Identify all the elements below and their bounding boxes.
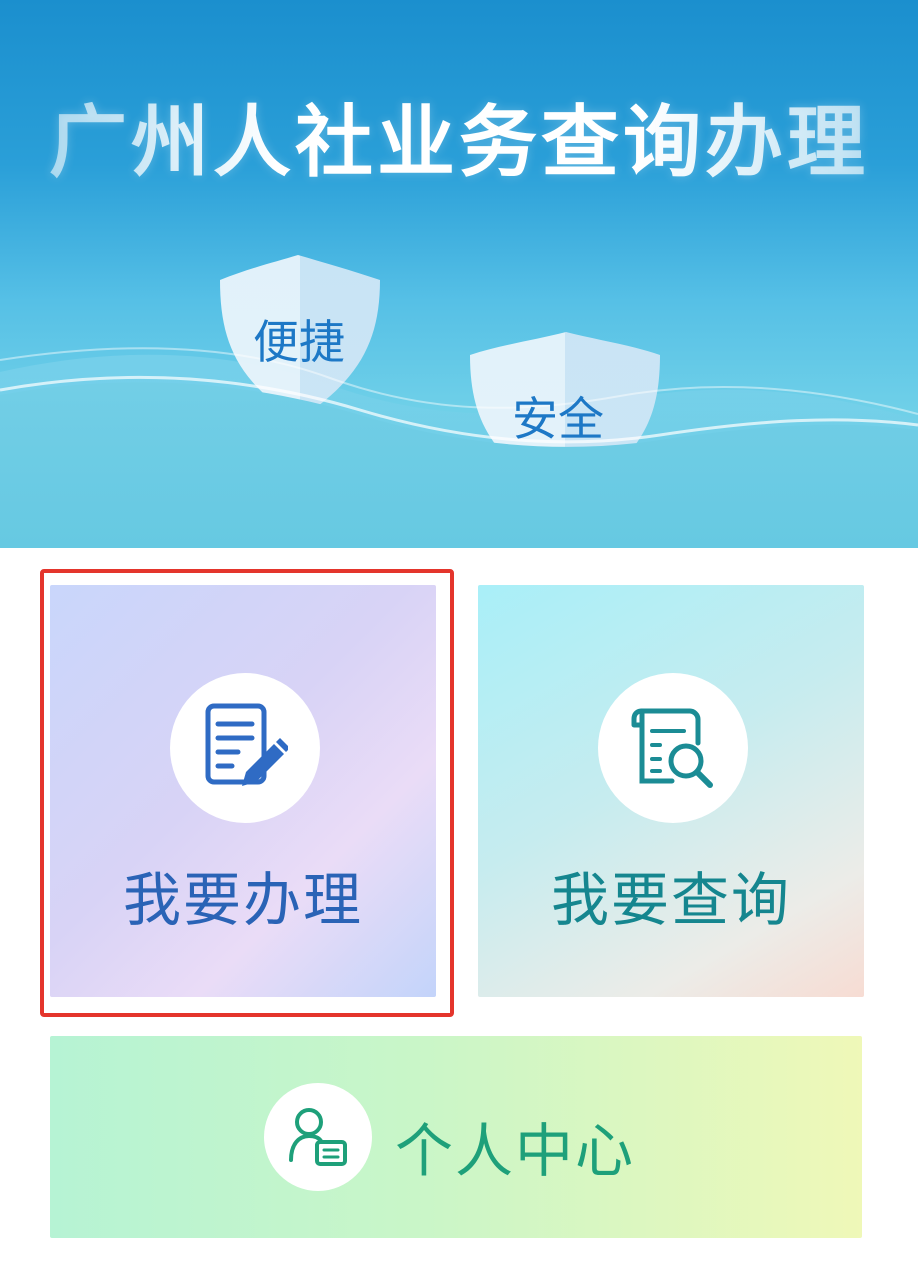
personal-icon-circle xyxy=(264,1083,372,1191)
personal-center-button[interactable]: 个人中心 xyxy=(50,1036,862,1238)
shield-label-safe: 安全 xyxy=(512,392,604,446)
document-edit-icon xyxy=(205,703,288,786)
query-icon-circle xyxy=(598,673,748,823)
hero-banner: 广州人社业务查询办理 便捷 安全 xyxy=(0,0,918,548)
user-card-icon xyxy=(289,1108,347,1166)
handle-service-button[interactable]: 我要办理 xyxy=(50,585,436,997)
handle-service-label: 我要办理 xyxy=(122,866,363,934)
handle-icon-circle xyxy=(170,673,320,823)
banner-title: 广州人社业务查询办理 xyxy=(0,80,918,192)
query-service-button[interactable]: 我要查询 xyxy=(478,585,864,997)
document-search-icon xyxy=(631,708,713,788)
query-service-label: 我要查询 xyxy=(550,866,791,934)
personal-center-label: 个人中心 xyxy=(395,1117,636,1185)
shield-label-convenient: 便捷 xyxy=(253,315,345,369)
page: 广州人社业务查询办理 便捷 安全 我要办理 我要查询 个人中心 xyxy=(0,0,918,1266)
